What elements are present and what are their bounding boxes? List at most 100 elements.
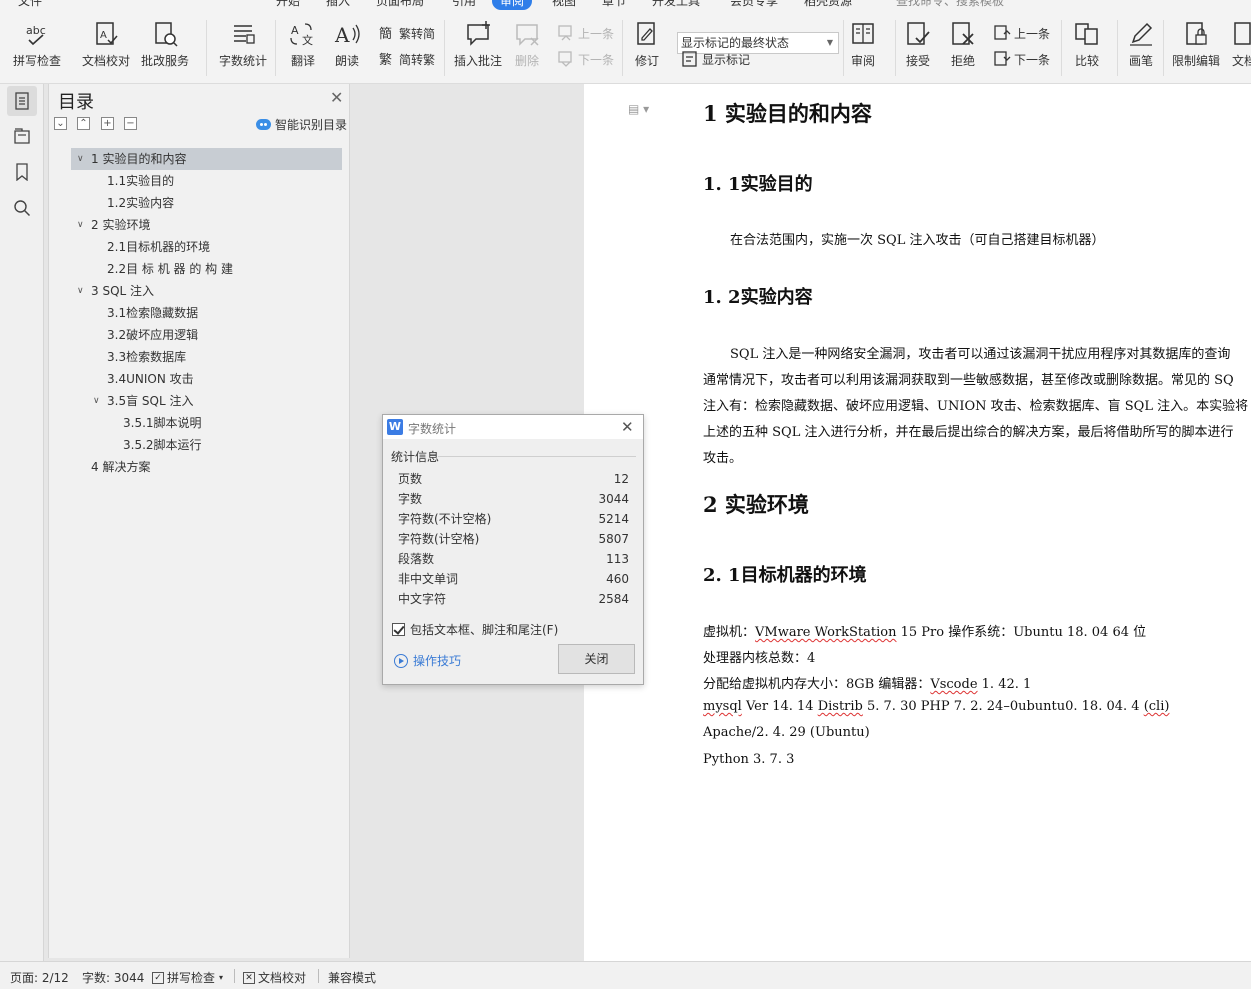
toc-item[interactable]: 2.2目 标 机 器 的 构 建 <box>107 258 233 280</box>
toc-item[interactable]: 1.2实验内容 <box>107 192 174 214</box>
chapter-icon <box>14 128 30 144</box>
chevron-down-icon: ∨ <box>77 220 84 230</box>
checkbox-icon: ✓ <box>152 971 164 984</box>
paragraph-line: SQL 注入是一种网络安全漏洞，攻击者可以通过该漏洞干扰应用程序对其数据库的查询 <box>730 347 1231 362</box>
toc-item[interactable]: 3.5.2脚本运行 <box>123 434 202 456</box>
menu-layout[interactable]: 页面布局 <box>376 0 424 9</box>
reject-button[interactable]: 拒绝 <box>949 20 977 69</box>
toc-item[interactable]: 3.5.1脚本说明 <box>123 412 202 434</box>
tips-link[interactable]: 操作技巧 <box>394 652 461 669</box>
stat-row: 字数 3044 <box>398 492 629 506</box>
next-change-button[interactable]: 下一条 <box>993 50 1050 68</box>
restrict-editing-button[interactable]: 限制编辑 <box>1172 20 1220 69</box>
toc-item[interactable]: ∨ 2 实验环境 <box>71 214 150 236</box>
command-search[interactable]: 查找命令、搜索模板 <box>896 0 1004 9</box>
menu-docer[interactable]: 稻壳资源 <box>804 0 852 9</box>
checkbox-checked-icon <box>392 623 405 636</box>
collapse-all-icon[interactable]: ⌄ <box>54 117 67 130</box>
toc-item[interactable]: 2.1目标机器的环境 <box>107 236 210 258</box>
toc-item[interactable]: ∨ 1 实验目的和内容 <box>71 148 342 170</box>
ribbon-divider <box>622 20 623 76</box>
expand-all-icon[interactable]: ⌃ <box>77 117 90 130</box>
ribbon-divider <box>1163 20 1164 76</box>
document-page[interactable]: ▤ ▾ 1 实验目的和内容 1. 1实验目的 在合法范围内，实施一次 SQL 注… <box>584 84 1251 961</box>
menu-developer[interactable]: 开发工具 <box>652 0 700 9</box>
chevron-down-icon: ▾ <box>219 973 224 982</box>
spell-check-status[interactable]: ✓ 拼写检查 ▾ <box>152 969 223 986</box>
read-aloud-button[interactable]: A 朗读 <box>333 20 361 69</box>
paragraph-line: 通常情况下，攻击者可以利用该漏洞获取到一些敏感数据，甚至修改或删除数据。常见的 … <box>703 373 1234 388</box>
toc-item[interactable]: 3.4UNION 攻击 <box>107 368 194 390</box>
read-aloud-icon: A <box>334 23 360 47</box>
trad-to-simp-button[interactable]: 簡 繁转简 <box>378 24 435 43</box>
menu-insert[interactable]: 插入 <box>326 0 350 9</box>
insert-comment-button[interactable]: 插入批注 <box>454 20 502 69</box>
toc-item[interactable]: 3.2破坏应用逻辑 <box>107 324 198 346</box>
show-markup-button[interactable]: 显示标记 <box>681 50 750 68</box>
next-comment-button[interactable]: 下一条 <box>557 50 614 68</box>
add-heading-icon[interactable]: + <box>101 117 114 130</box>
ribbon-divider <box>275 20 276 76</box>
track-changes-icon <box>637 22 655 45</box>
toc-pane-button[interactable] <box>7 86 37 116</box>
close-button[interactable]: 关闭 <box>558 644 635 674</box>
paragraph-line: 注入有：检索隐藏数据、破坏应用逻辑、UNION 攻击、检索数据库、盲 SQL 注… <box>703 399 1249 414</box>
svg-text:文: 文 <box>302 33 313 47</box>
stats-section-title: 统计信息 <box>391 450 440 464</box>
review-pane-button[interactable]: 审阅 <box>849 20 877 69</box>
toc-item[interactable]: ∨ 3.5盲 SQL 注入 <box>87 390 193 412</box>
chapter-pane-button[interactable] <box>7 121 37 151</box>
doc-proof-status[interactable]: ✕ 文档校对 <box>243 969 306 986</box>
compare-button[interactable]: 比较 <box>1073 20 1101 69</box>
spell-check-button[interactable]: abc 拼写检查 <box>13 20 61 69</box>
doc-proof-button[interactable]: A 文档校对 <box>82 20 130 69</box>
toc-item[interactable]: 3.3检索数据库 <box>107 346 186 368</box>
toc-item[interactable]: ∨ 3 SQL 注入 <box>71 280 154 302</box>
revision-service-button[interactable]: 批改服务 <box>141 20 189 69</box>
word-count-button[interactable]: 字数统计 <box>219 20 267 69</box>
doc-rights-icon <box>1234 22 1251 45</box>
menu-file[interactable]: 文件 <box>18 0 42 9</box>
page-layout-icon[interactable]: ▤ ▾ <box>628 102 649 116</box>
menu-review[interactable]: 审阅 <box>492 0 533 10</box>
menu-view[interactable]: 视图 <box>552 0 576 9</box>
word-count-icon <box>234 25 255 44</box>
stat-row: 页数 12 <box>398 472 629 486</box>
close-icon[interactable]: ✕ <box>330 88 343 107</box>
translate-button[interactable]: A文 翻译 <box>289 20 317 69</box>
toc-item[interactable]: 1.1实验目的 <box>107 170 174 192</box>
simp-to-trad-button[interactable]: 繁 简转繁 <box>378 50 435 68</box>
divider <box>318 969 319 983</box>
menu-section[interactable]: 章节 <box>602 0 626 9</box>
dialog-titlebar[interactable]: W 字数统计 ✕ <box>383 415 643 439</box>
menu-home[interactable]: 开始 <box>276 0 300 9</box>
close-icon[interactable]: ✕ <box>621 418 634 436</box>
accept-button[interactable]: 接受 <box>904 20 932 69</box>
doc-rights-button[interactable]: 文档 <box>1230 20 1251 69</box>
smart-toc-button[interactable]: 智能识别目录 <box>256 116 347 133</box>
track-changes-button[interactable]: 修订 <box>633 20 661 69</box>
menu-references[interactable]: 引用 <box>452 0 476 9</box>
delete-comment-button[interactable]: 删除 <box>513 20 541 69</box>
find-pane-button[interactable] <box>7 193 37 223</box>
toc-pane: 目录 ✕ ⌄ ⌃ + − 智能识别目录 ∨ 1 实验目的和内容 1.1实验目的 … <box>48 84 350 958</box>
menu-member[interactable]: 会员专享 <box>730 0 778 9</box>
page-indicator[interactable]: 页面: 2/12 <box>10 969 69 986</box>
toc-item[interactable]: 3.1检索隐藏数据 <box>107 302 198 324</box>
compare-icon <box>1075 23 1098 45</box>
word-count-indicator[interactable]: 字数: 3044 <box>82 969 144 986</box>
ribbon-divider <box>1061 20 1062 76</box>
bookmark-icon <box>16 163 28 181</box>
spell-check-icon: abc <box>26 24 46 46</box>
toc-item[interactable]: 4 解决方案 <box>91 456 150 478</box>
remove-heading-icon[interactable]: − <box>124 117 137 130</box>
prev-change-button[interactable]: 上一条 <box>993 24 1050 42</box>
pen-button[interactable]: 画笔 <box>1127 20 1155 69</box>
dialog-title: 字数统计 <box>408 422 457 436</box>
bookmark-pane-button[interactable] <box>7 157 37 187</box>
include-notes-checkbox[interactable]: 包括文本框、脚注和尾注(F) <box>392 621 558 638</box>
wps-logo-icon: W <box>387 419 403 435</box>
ribbon-divider <box>895 20 896 76</box>
prev-comment-button[interactable]: 上一条 <box>557 24 614 42</box>
prev-change-icon <box>994 25 1011 40</box>
